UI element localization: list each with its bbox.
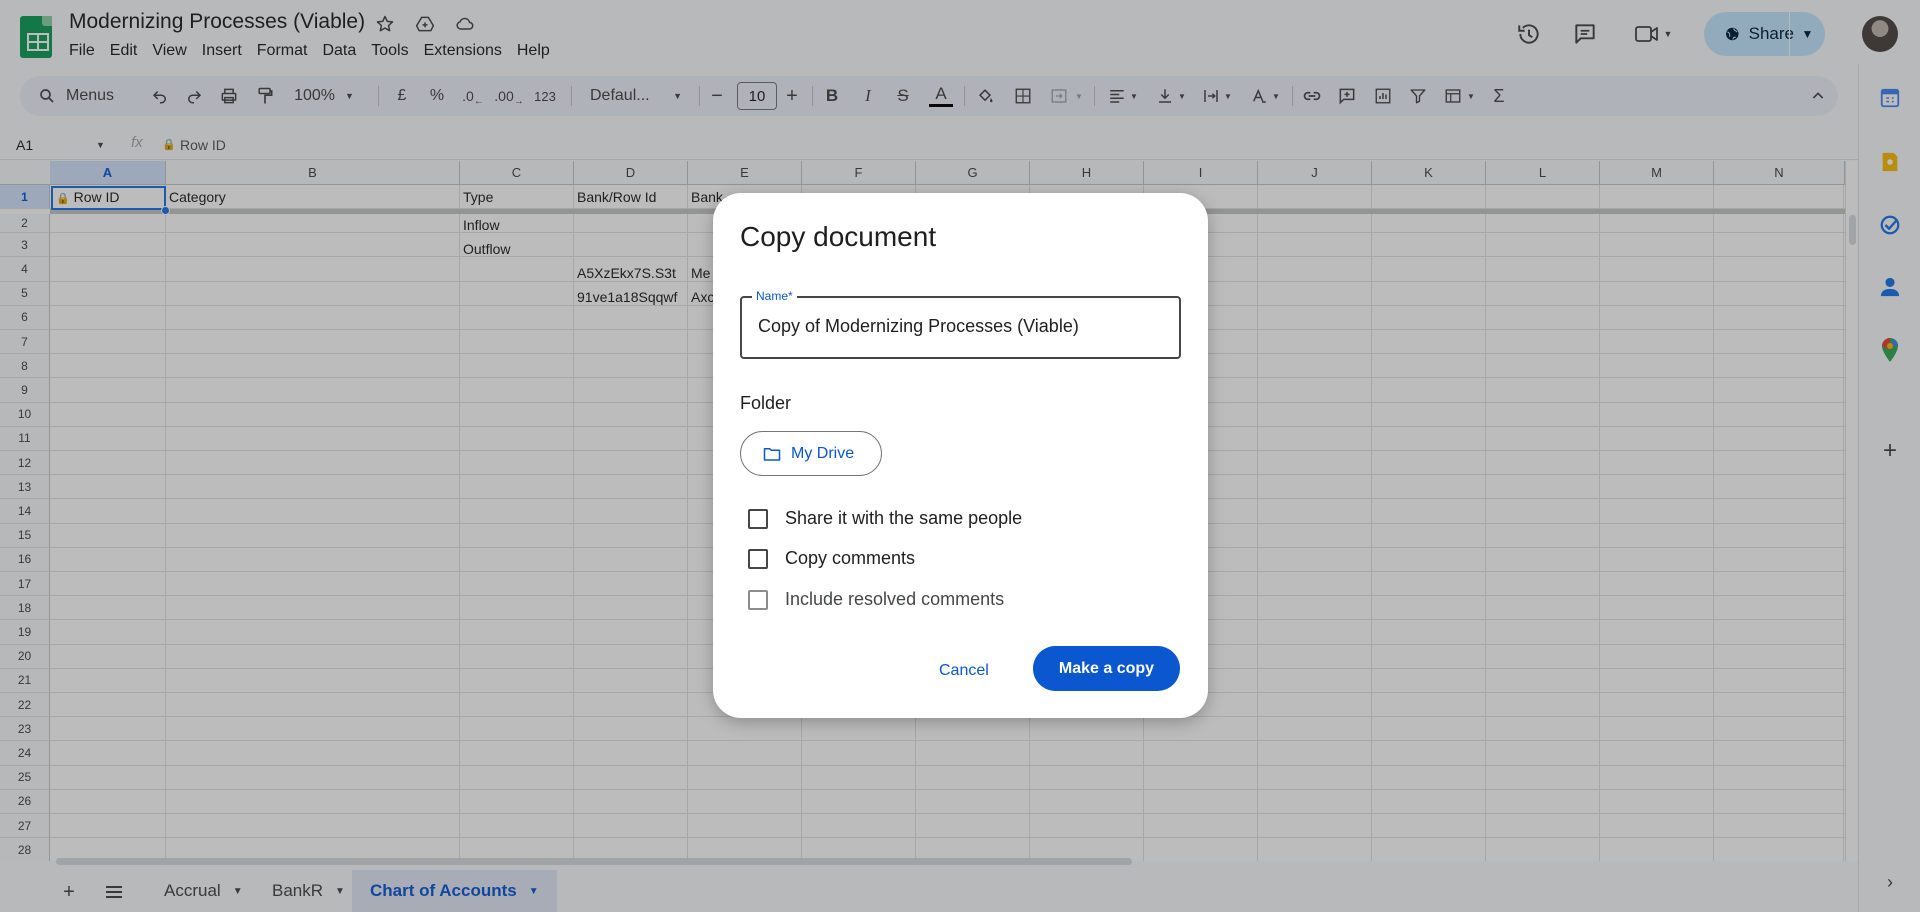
folder-label: Folder: [740, 393, 792, 413]
copy-comments-option[interactable]: Copy comments: [748, 548, 915, 569]
name-input[interactable]: [758, 316, 1158, 337]
copy-comments-label: Copy comments: [785, 548, 916, 568]
share-same-people-option[interactable]: Share it with the same people: [748, 508, 1022, 529]
my-drive-label: My Drive: [791, 444, 855, 462]
sheets-app: Modernizing Processes (Viable) File Edit…: [0, 0, 1920, 912]
share-same-people-label: Share it with the same people: [785, 508, 1023, 528]
include-resolved-option[interactable]: Include resolved comments: [748, 589, 1004, 610]
copy-comments-checkbox[interactable]: [748, 548, 768, 569]
make-a-copy-button[interactable]: Make a copy: [1033, 646, 1180, 691]
name-field[interactable]: Name*: [740, 289, 1181, 359]
share-same-people-checkbox[interactable]: [748, 508, 768, 529]
include-resolved-label: Include resolved comments: [785, 589, 1005, 609]
copy-document-dialog: Copy document Name* Folder My Drive Shar…: [713, 193, 1208, 718]
cancel-button[interactable]: Cancel: [939, 651, 989, 691]
name-field-label: Name*: [752, 289, 797, 303]
include-resolved-checkbox[interactable]: [748, 589, 768, 610]
folder-icon: [763, 447, 781, 461]
dialog-title: Copy document: [740, 221, 937, 252]
my-drive-folder-button[interactable]: My Drive: [740, 431, 882, 476]
